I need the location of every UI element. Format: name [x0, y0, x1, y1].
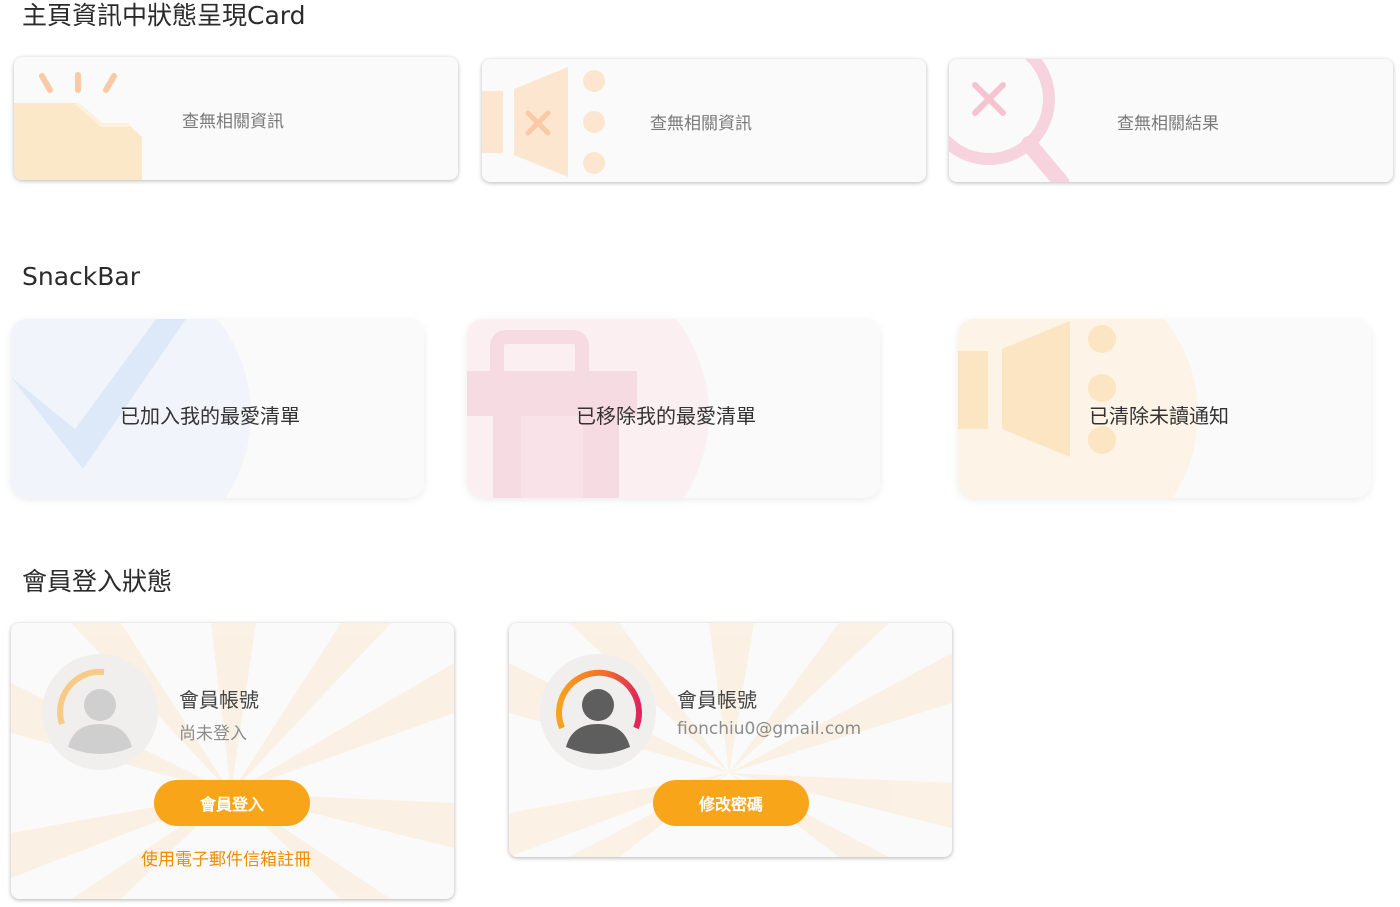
- empty-state-card-info: 查無相關資訊: [14, 57, 458, 180]
- snackbar-cleared-notifications: 已清除未讀通知: [958, 319, 1371, 498]
- snackbar-message: 已移除我的最愛清單: [576, 404, 756, 428]
- login-button[interactable]: 會員登入: [154, 780, 310, 826]
- member-card-logged-in: 會員帳號 fionchiu0@gmail.com 修改密碼: [509, 623, 952, 857]
- empty-state-card-notice: 查無相關資訊: [482, 59, 926, 182]
- section-title-member: 會員登入狀態: [22, 567, 173, 596]
- snackbar-message: 已加入我的最愛清單: [120, 404, 300, 428]
- empty-state-card-search: 查無相關結果: [949, 59, 1393, 182]
- change-password-button[interactable]: 修改密碼: [653, 780, 809, 826]
- empty-state-message: 查無相關資訊: [650, 114, 752, 134]
- empty-state-message: 查無相關資訊: [182, 112, 284, 132]
- email-register-link[interactable]: 使用電子郵件信箱註冊: [141, 845, 311, 870]
- section-title-empty-state: 主頁資訊中狀態呈現Card: [22, 1, 306, 30]
- member-card-logged-out: 會員帳號 尚未登入 會員登入 使用電子郵件信箱註冊: [11, 623, 454, 899]
- snackbar-removed-favorite: 已移除我的最愛清單: [467, 319, 880, 498]
- empty-state-message: 查無相關結果: [1117, 114, 1219, 134]
- avatar: [42, 654, 158, 770]
- snackbar-added-favorite: 已加入我的最愛清單: [11, 319, 424, 498]
- account-email: fionchiu0@gmail.com: [677, 719, 862, 739]
- account-label: 會員帳號: [677, 688, 757, 712]
- account-label: 會員帳號: [179, 688, 259, 712]
- snackbar-message: 已清除未讀通知: [1089, 404, 1229, 428]
- avatar: [540, 654, 656, 770]
- login-status: 尚未登入: [179, 724, 247, 744]
- section-title-snackbar: SnackBar: [22, 262, 141, 291]
